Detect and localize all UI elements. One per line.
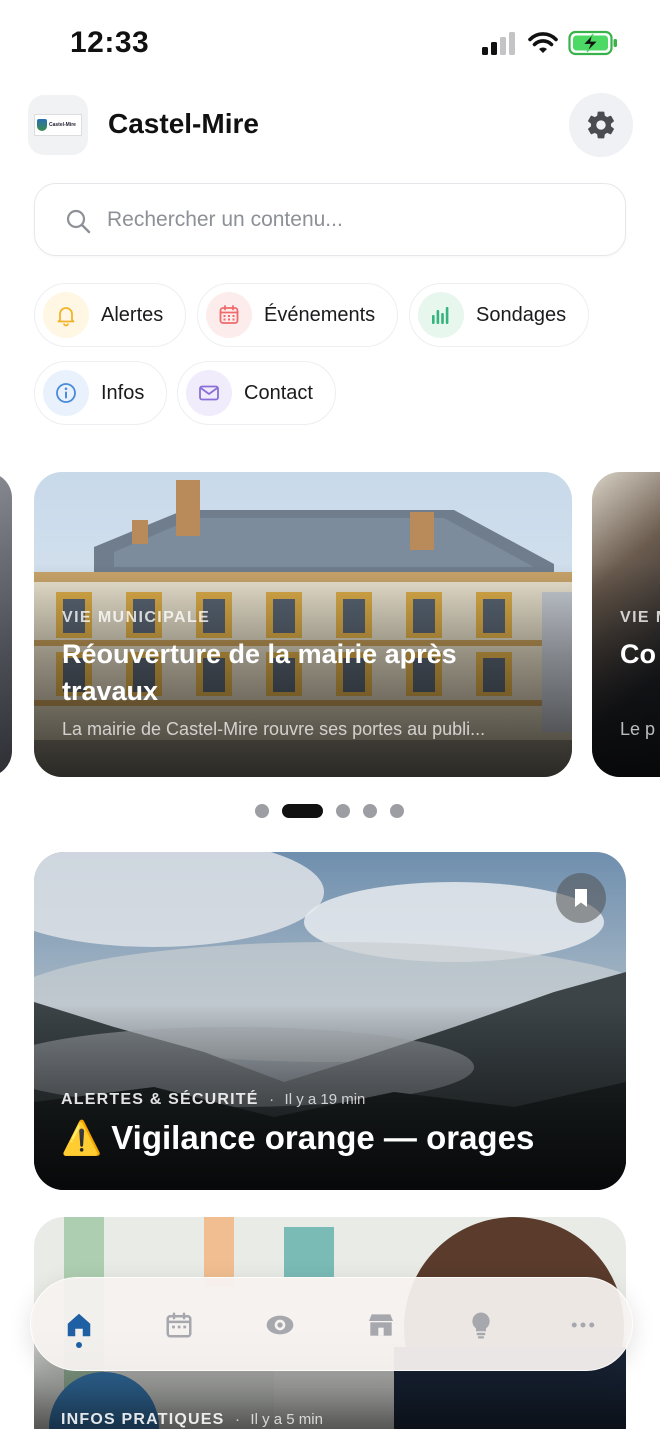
active-tab-indicator	[76, 1342, 82, 1348]
card-separator: ·	[234, 1411, 240, 1428]
carousel-slide-previous[interactable]	[0, 472, 12, 777]
chip-evenements[interactable]: Événements	[197, 283, 399, 347]
slide-category: VIE MUNICIPALE	[62, 609, 211, 626]
chip-label: Sondages	[476, 303, 567, 326]
search-icon	[66, 209, 91, 234]
more-icon	[571, 1322, 595, 1328]
status-time: 12:33	[70, 26, 150, 59]
bookmark-icon	[575, 889, 587, 907]
pagination-dot[interactable]	[390, 804, 404, 818]
pagination-dot[interactable]	[336, 804, 350, 818]
town-logo: Castel-Mire	[28, 95, 88, 155]
tab-ideas[interactable]	[446, 1278, 516, 1372]
chip-label: Contact	[244, 381, 313, 404]
slide-title: Co	[620, 639, 656, 669]
wifi-icon	[528, 32, 558, 53]
card-time: Il y a 5 min	[250, 1411, 323, 1428]
tab-home[interactable]	[44, 1278, 114, 1372]
news-carousel[interactable]: VIE MUNICIPALE Réouverture de la mairie …	[0, 472, 660, 777]
card-category: INFOS PRATIQUES	[61, 1411, 225, 1428]
page-title: Castel-Mire	[108, 108, 259, 139]
lightbulb-icon	[472, 1312, 490, 1339]
slide-title: Réouverture de la mairie après travaux	[62, 639, 457, 706]
pagination-dot-active[interactable]	[282, 804, 323, 818]
chip-sondages[interactable]: Sondages	[409, 283, 590, 347]
bookmark-button[interactable]	[556, 873, 606, 923]
crest-icon	[37, 119, 47, 131]
feed-card-alert[interactable]: ALERTES & SÉCURITÉ · Il y a 19 min ⚠️ Vi…	[34, 852, 626, 1190]
card-meta: INFOS PRATIQUES · Il y a 5 min	[61, 1411, 323, 1429]
card-time: Il y a 19 min	[284, 1091, 366, 1108]
carousel-pagination	[0, 803, 660, 819]
tab-more[interactable]	[548, 1278, 618, 1372]
chip-alertes[interactable]: Alertes	[34, 283, 187, 347]
tab-discover[interactable]	[245, 1278, 315, 1372]
settings-button[interactable]	[569, 93, 633, 157]
slide-excerpt: La mairie de Castel-Mire rouvre ses port…	[62, 719, 486, 739]
carousel-slide[interactable]: VIE MUNICIPALE Réouverture de la mairie …	[34, 472, 572, 777]
pagination-dot[interactable]	[363, 804, 377, 818]
gear-icon	[588, 111, 614, 139]
chip-label: Alertes	[101, 303, 164, 326]
cellular-signal-icon	[482, 32, 515, 55]
bell-icon	[43, 292, 89, 338]
card-category: ALERTES & SÉCURITÉ	[61, 1091, 259, 1108]
carousel-slide-next[interactable]: VIE M Co Le p	[592, 472, 660, 777]
card-title: ⚠️ Vigilance orange — orages	[61, 1119, 535, 1156]
battery-charging-icon	[568, 30, 617, 56]
slide-excerpt: Le p	[620, 719, 656, 739]
tab-events[interactable]	[144, 1278, 214, 1372]
bottom-tab-bar	[30, 1277, 633, 1371]
tab-shops[interactable]	[346, 1278, 416, 1372]
bar-chart-icon	[418, 292, 464, 338]
mail-icon	[186, 370, 232, 416]
logo-text: Castel-Mire	[49, 122, 76, 128]
home-icon	[67, 1313, 91, 1337]
store-icon	[369, 1314, 393, 1336]
pagination-dot[interactable]	[255, 804, 269, 818]
chip-label: Infos	[101, 381, 145, 404]
card-meta: ALERTES & SÉCURITÉ · Il y a 19 min	[61, 1091, 365, 1109]
info-icon	[43, 370, 89, 416]
status-bar: 12:33	[0, 0, 660, 88]
slide-category: VIE M	[620, 609, 660, 626]
chip-contact[interactable]: Contact	[177, 361, 336, 425]
calendar-icon	[206, 292, 252, 338]
search-bar[interactable]	[34, 183, 626, 256]
calendar-icon	[166, 1312, 192, 1338]
card-separator: ·	[269, 1091, 275, 1108]
chip-infos[interactable]: Infos	[34, 361, 168, 425]
search-input[interactable]	[107, 184, 607, 255]
eye-icon	[266, 1315, 294, 1335]
chip-label: Événements	[264, 303, 376, 326]
